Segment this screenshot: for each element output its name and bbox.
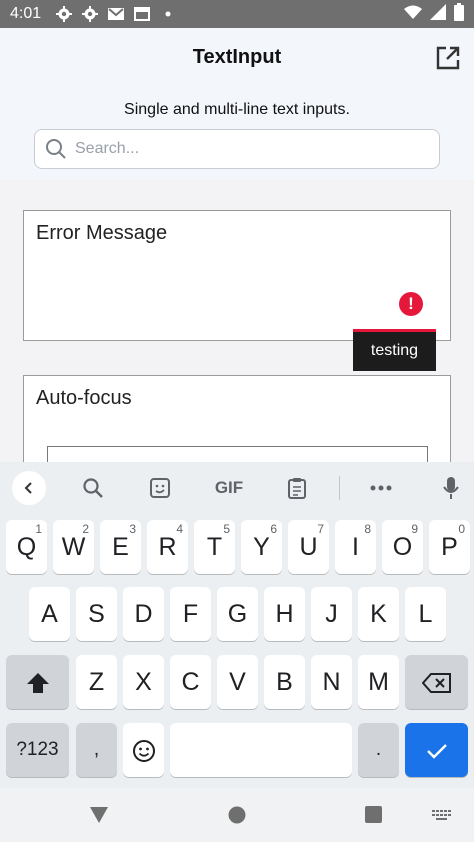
key-hint: 1 <box>35 522 42 536</box>
key-hint: 9 <box>411 522 418 536</box>
key-n[interactable]: N <box>311 655 352 709</box>
key-v[interactable]: V <box>217 655 258 709</box>
key-label: W <box>61 533 86 561</box>
search-icon <box>45 138 67 160</box>
emoji-key[interactable] <box>123 723 164 777</box>
key-hint: 7 <box>317 522 324 536</box>
enter-key[interactable] <box>405 723 468 777</box>
key-r[interactable]: R4 <box>147 520 188 574</box>
period-key[interactable]: . <box>358 723 399 777</box>
key-hint: 6 <box>270 522 277 536</box>
search-box[interactable] <box>34 129 440 169</box>
key-label: Q <box>16 533 37 561</box>
key-x[interactable]: X <box>123 655 164 709</box>
key-b[interactable]: B <box>264 655 305 709</box>
keyboard-suggestion-bar: GIF <box>0 462 474 514</box>
key-label: T <box>206 533 223 561</box>
key-o[interactable]: O9 <box>382 520 423 574</box>
error-message-label: Error Message <box>36 222 168 244</box>
key-hint: 4 <box>176 522 183 536</box>
soft-keyboard: GIF Q1 W2 E3 R4 T5 Y6 U7 I8 O9 P0 A S D … <box>0 462 474 788</box>
settings-gear-icon-2 <box>81 5 99 23</box>
status-bar: 4:01 <box>0 0 474 28</box>
back-triangle-icon[interactable] <box>89 806 109 829</box>
key-g[interactable]: G <box>217 587 258 641</box>
key-label: I <box>352 533 359 561</box>
dot-icon <box>159 5 177 23</box>
key-c[interactable]: C <box>170 655 211 709</box>
error-icon[interactable]: ! <box>399 292 423 316</box>
key-t[interactable]: T5 <box>194 520 235 574</box>
page-title: TextInput <box>192 46 282 68</box>
suggestion-divider <box>339 476 340 500</box>
search-icon[interactable] <box>79 474 107 502</box>
key-y[interactable]: Y6 <box>241 520 282 574</box>
comma-key[interactable]: , <box>76 723 117 777</box>
auto-focus-field: Auto-focus <box>23 375 451 486</box>
gif-button[interactable]: GIF <box>214 474 244 502</box>
system-nav-bar <box>0 788 474 842</box>
key-q[interactable]: Q1 <box>6 520 47 574</box>
key-label: Y <box>253 533 270 561</box>
wifi-icon <box>404 5 422 24</box>
auto-focus-label: Auto-focus <box>36 387 132 409</box>
clipboard-icon[interactable] <box>283 474 311 502</box>
cell-signal-icon <box>430 3 446 25</box>
key-k[interactable]: K <box>358 587 399 641</box>
key-hint: 0 <box>458 522 465 536</box>
status-time: 4:01 <box>10 5 42 22</box>
key-f[interactable]: F <box>170 587 211 641</box>
gmail-icon <box>107 5 125 23</box>
key-label: E <box>112 533 129 561</box>
key-l[interactable]: L <box>405 587 446 641</box>
key-w[interactable]: W2 <box>53 520 94 574</box>
key-i[interactable]: I8 <box>335 520 376 574</box>
battery-icon <box>454 2 464 26</box>
error-tooltip: testing <box>353 329 436 371</box>
key-j[interactable]: J <box>311 587 352 641</box>
key-label: P <box>441 533 458 561</box>
recents-square-icon[interactable] <box>365 806 382 828</box>
key-z[interactable]: Z <box>76 655 117 709</box>
keyboard-switch-icon[interactable] <box>432 809 452 827</box>
key-label: U <box>299 533 318 561</box>
key-d[interactable]: D <box>123 587 164 641</box>
key-hint: 5 <box>223 522 230 536</box>
backspace-icon <box>421 668 452 696</box>
key-hint: 8 <box>364 522 371 536</box>
key-u[interactable]: U7 <box>288 520 329 574</box>
page-subtitle: Single and multi-line text inputs. <box>124 101 350 118</box>
key-m[interactable]: M <box>358 655 399 709</box>
chevron-left-icon[interactable] <box>12 471 46 505</box>
search-input[interactable] <box>75 140 395 158</box>
open-external-icon[interactable] <box>434 44 462 72</box>
key-a[interactable]: A <box>29 587 70 641</box>
more-options-icon[interactable] <box>367 474 395 502</box>
settings-gear-icon <box>55 5 73 23</box>
error-message-textarea[interactable]: Error Message ! <box>23 210 451 341</box>
microphone-icon[interactable] <box>437 474 465 502</box>
window-icon <box>133 5 151 23</box>
shift-icon <box>26 668 50 696</box>
space-key[interactable] <box>170 723 352 777</box>
shift-key[interactable] <box>6 655 69 709</box>
key-hint: 3 <box>129 522 136 536</box>
key-h[interactable]: H <box>264 587 305 641</box>
emoji-icon <box>132 736 156 764</box>
key-hint: 2 <box>82 522 89 536</box>
symbols-key[interactable]: ?123 <box>6 723 69 777</box>
key-label: R <box>158 533 177 561</box>
key-e[interactable]: E3 <box>100 520 141 574</box>
sticker-icon[interactable] <box>146 474 174 502</box>
key-s[interactable]: S <box>76 587 117 641</box>
home-circle-icon[interactable] <box>228 806 246 829</box>
key-label: O <box>392 533 413 561</box>
key-p[interactable]: P0 <box>429 520 470 574</box>
checkmark-icon <box>426 736 448 764</box>
backspace-key[interactable] <box>405 655 468 709</box>
